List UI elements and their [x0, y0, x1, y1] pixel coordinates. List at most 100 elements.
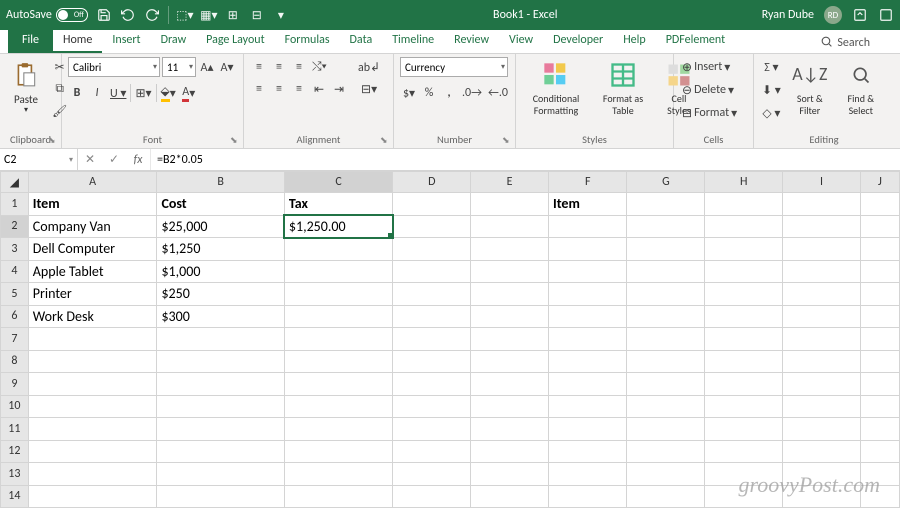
- cell[interactable]: [393, 260, 471, 283]
- cell[interactable]: [28, 328, 157, 351]
- row-header[interactable]: 9: [1, 373, 29, 396]
- cell[interactable]: [783, 373, 861, 396]
- increase-font-icon[interactable]: A▴: [198, 57, 216, 77]
- cell[interactable]: [627, 395, 705, 418]
- col-header[interactable]: C: [284, 172, 392, 193]
- cell[interactable]: [860, 373, 899, 396]
- tab-view[interactable]: View: [499, 30, 543, 53]
- cell[interactable]: [783, 305, 861, 328]
- enter-icon[interactable]: ✓: [102, 149, 126, 170]
- cell[interactable]: [471, 373, 549, 396]
- cell[interactable]: [783, 440, 861, 463]
- cell[interactable]: [548, 418, 627, 441]
- ribbon-display-icon[interactable]: [852, 7, 868, 23]
- tab-draw[interactable]: Draw: [151, 30, 197, 53]
- qat-icon[interactable]: ⬚▾: [177, 7, 193, 23]
- cell[interactable]: [705, 328, 783, 351]
- cell[interactable]: [627, 440, 705, 463]
- cell[interactable]: $25,000: [157, 215, 284, 238]
- cell[interactable]: [284, 283, 392, 306]
- tab-formulas[interactable]: Formulas: [275, 30, 340, 53]
- cell[interactable]: [393, 193, 471, 216]
- cell[interactable]: [28, 418, 157, 441]
- format-as-table-button[interactable]: Format as Table: [594, 57, 652, 119]
- merge-icon[interactable]: ⊟▾: [356, 79, 382, 99]
- cell[interactable]: [627, 193, 705, 216]
- cell[interactable]: [28, 463, 157, 486]
- cell[interactable]: [471, 328, 549, 351]
- cell[interactable]: [284, 463, 392, 486]
- cell[interactable]: [157, 485, 284, 508]
- cell[interactable]: [548, 350, 627, 373]
- cell[interactable]: $250: [157, 283, 284, 306]
- cell[interactable]: [471, 260, 549, 283]
- row-header[interactable]: 11: [1, 418, 29, 441]
- cell[interactable]: [548, 440, 627, 463]
- tab-insert[interactable]: Insert: [102, 30, 150, 53]
- col-header[interactable]: A: [28, 172, 157, 193]
- cell[interactable]: [783, 283, 861, 306]
- align-center-icon[interactable]: ≡: [270, 79, 288, 99]
- cell[interactable]: [28, 485, 157, 508]
- cell[interactable]: [783, 395, 861, 418]
- minimize-ribbon-icon[interactable]: [878, 7, 894, 23]
- col-header[interactable]: G: [627, 172, 705, 193]
- cell[interactable]: Item: [548, 193, 627, 216]
- cell[interactable]: [393, 440, 471, 463]
- tab-timeline[interactable]: Timeline: [382, 30, 444, 53]
- cell[interactable]: $1,000: [157, 260, 284, 283]
- cell[interactable]: [783, 328, 861, 351]
- decrease-indent-icon[interactable]: ⇤: [310, 79, 328, 99]
- cell[interactable]: [627, 373, 705, 396]
- col-header[interactable]: E: [471, 172, 549, 193]
- cell[interactable]: [28, 440, 157, 463]
- cell[interactable]: [860, 193, 899, 216]
- cell[interactable]: [28, 373, 157, 396]
- italic-button[interactable]: I: [88, 83, 106, 103]
- cell[interactable]: [284, 440, 392, 463]
- cell[interactable]: [393, 373, 471, 396]
- cell[interactable]: [860, 395, 899, 418]
- cell[interactable]: [548, 395, 627, 418]
- cell[interactable]: [471, 283, 549, 306]
- cell[interactable]: [393, 238, 471, 261]
- cell[interactable]: Cost: [157, 193, 284, 216]
- row-header[interactable]: 6: [1, 305, 29, 328]
- font-size-combo[interactable]: 11: [162, 57, 196, 77]
- cell[interactable]: [157, 395, 284, 418]
- comma-icon[interactable]: ,: [440, 83, 458, 103]
- orientation-icon[interactable]: ⤭▾: [310, 57, 329, 77]
- row-header[interactable]: 4: [1, 260, 29, 283]
- format-cells-button[interactable]: ⊡ Format ▾: [680, 103, 752, 123]
- col-header[interactable]: J: [860, 172, 899, 193]
- cell[interactable]: [284, 328, 392, 351]
- cell[interactable]: [393, 328, 471, 351]
- tab-developer[interactable]: Developer: [543, 30, 613, 53]
- cell[interactable]: [284, 350, 392, 373]
- cell[interactable]: [393, 418, 471, 441]
- row-header[interactable]: 5: [1, 283, 29, 306]
- align-right-icon[interactable]: ≡: [290, 79, 308, 99]
- qat-icon[interactable]: ▦▾: [201, 7, 217, 23]
- cell[interactable]: [705, 350, 783, 373]
- autosum-icon[interactable]: Σ ▾: [760, 57, 783, 77]
- cell[interactable]: [860, 350, 899, 373]
- cell[interactable]: [471, 238, 549, 261]
- cell[interactable]: Tax: [284, 193, 392, 216]
- cell[interactable]: [627, 283, 705, 306]
- cell[interactable]: [705, 373, 783, 396]
- cell[interactable]: [471, 440, 549, 463]
- tab-help[interactable]: Help: [613, 30, 656, 53]
- fill-icon[interactable]: ⬇ ▾: [760, 80, 783, 100]
- cell[interactable]: [28, 350, 157, 373]
- name-box[interactable]: C2: [0, 149, 78, 170]
- cell[interactable]: [471, 418, 549, 441]
- cell[interactable]: [860, 305, 899, 328]
- cell[interactable]: [157, 440, 284, 463]
- wrap-text-icon[interactable]: ab↲: [356, 57, 382, 77]
- cell[interactable]: [157, 418, 284, 441]
- cell[interactable]: [157, 328, 284, 351]
- cell[interactable]: [705, 395, 783, 418]
- cell[interactable]: [548, 328, 627, 351]
- row-header[interactable]: 12: [1, 440, 29, 463]
